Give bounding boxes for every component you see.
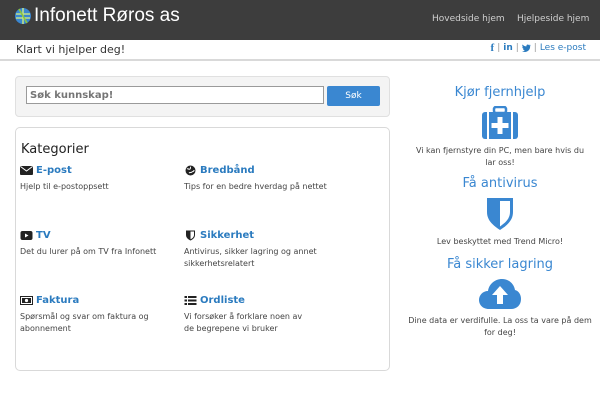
search-button[interactable]: Søk (327, 86, 380, 106)
globe-icon (185, 165, 196, 176)
remote-help-block: Kjør fjernhjelp Vi kan fjernstyre din PC… (400, 85, 600, 169)
social-links: f | in | | Les e-post (491, 42, 586, 54)
category-name[interactable]: E-post (36, 165, 72, 176)
medkit-icon[interactable] (481, 106, 519, 140)
envelope-icon (20, 166, 33, 175)
shield-icon (186, 230, 195, 241)
antivirus-title[interactable]: Få antivirus (400, 176, 600, 191)
category-description: Tips for en bedre hverdag på nettet (184, 182, 327, 191)
category-name[interactable]: Ordliste (200, 295, 245, 306)
brand-logo[interactable]: Infonett Røros as (14, 5, 180, 27)
search-input[interactable] (26, 86, 324, 104)
linkedin-icon[interactable]: in (503, 43, 513, 53)
nav-link-main-home[interactable]: Hovedside hjem (432, 14, 505, 24)
cloud-upload-icon[interactable] (478, 278, 522, 310)
category-name[interactable]: Faktura (36, 295, 79, 306)
remote-help-title[interactable]: Kjør fjernhjelp (400, 85, 600, 100)
separator: | (497, 43, 501, 53)
category-email[interactable]: E-post Hjelp til e-postoppsett (20, 165, 200, 193)
category-description: Vi forsøker å forklare noen av de begrep… (184, 312, 303, 333)
logo-globe-icon (15, 8, 31, 24)
separator: | (515, 43, 519, 53)
secure-storage-block: Få sikker lagring Dine data er verdifull… (400, 257, 600, 339)
categories-title: Kategorier (21, 142, 89, 157)
category-security[interactable]: Sikkerhet Antivirus, sikker lagring og a… (184, 230, 334, 270)
category-description: Hjelp til e-postoppsett (20, 182, 109, 191)
shield-icon[interactable] (486, 197, 514, 231)
list-icon (184, 296, 197, 305)
category-broadband[interactable]: Bredbånd Tips for en bedre hverdag på ne… (184, 165, 384, 193)
category-name[interactable]: Sikkerhet (200, 230, 254, 241)
top-navbar: Infonett Røros as Hovedside hjem Hjelpes… (0, 0, 600, 40)
tagline: Klart vi hjelper deg! (16, 43, 126, 56)
category-description: Antivirus, sikker lagring og annet sikke… (184, 247, 317, 268)
brand-name: Infonett Røros as (34, 5, 180, 26)
category-invoice[interactable]: Faktura Spørsmål og svar om faktura og a… (20, 295, 170, 335)
read-email-link[interactable]: Les e-post (540, 43, 586, 53)
remote-help-description: Vi kan fjernstyre din PC, men bare hvis … (415, 146, 585, 167)
categories-panel: Kategorier E-post Hjelp til e-postoppset… (15, 127, 390, 371)
nav-link-help-home[interactable]: Hjelpeside hjem (517, 14, 589, 24)
secure-storage-description: Dine data er verdifulle. La oss ta vare … (408, 316, 592, 337)
category-glossary[interactable]: Ordliste Vi forsøker å forklare noen av … (184, 295, 314, 335)
search-panel: Søk (15, 76, 390, 117)
play-icon (20, 231, 33, 240)
sub-header: Klart vi hjelper deg! f | in | | Les e-p… (0, 40, 600, 61)
category-description: Spørsmål og svar om faktura og abonnemen… (20, 312, 149, 333)
category-name[interactable]: Bredbånd (200, 165, 255, 176)
category-description: Det du lurer på om TV fra Infonett (20, 247, 157, 256)
antivirus-description: Lev beskyttet med Trend Micro! (436, 237, 564, 246)
category-tv[interactable]: TV Det du lurer på om TV fra Infonett (20, 230, 200, 258)
category-name[interactable]: TV (36, 230, 51, 241)
secure-storage-title[interactable]: Få sikker lagring (400, 257, 600, 272)
facebook-icon[interactable]: f (491, 42, 495, 54)
money-icon (20, 296, 33, 305)
antivirus-block: Få antivirus Lev beskyttet med Trend Mic… (400, 176, 600, 248)
separator: | (533, 43, 537, 53)
twitter-icon[interactable] (521, 44, 531, 52)
